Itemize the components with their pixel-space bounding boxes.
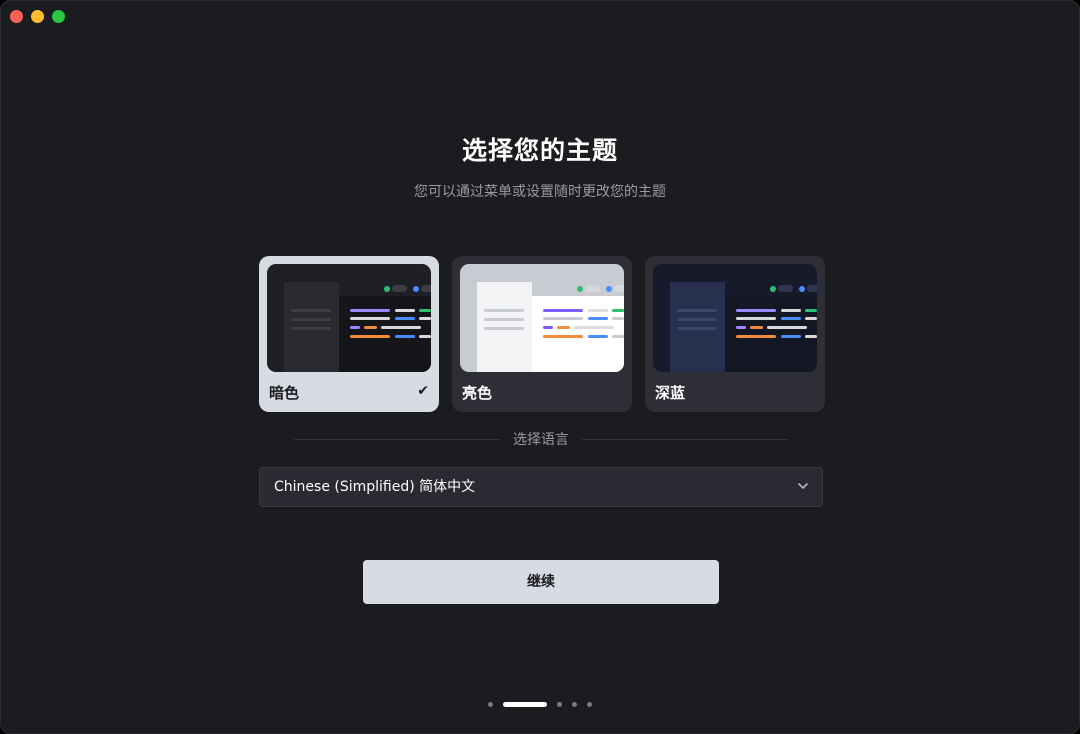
- close-window-button[interactable]: [10, 10, 23, 23]
- step-pager: [1, 702, 1079, 707]
- theme-card-deep-blue[interactable]: 深蓝: [645, 256, 825, 412]
- pager-dot[interactable]: [488, 702, 493, 707]
- pager-dot[interactable]: [557, 702, 562, 707]
- theme-card-light[interactable]: 亮色: [452, 256, 632, 412]
- language-select-value: Chinese (Simplified) 简体中文: [274, 479, 476, 495]
- continue-button[interactable]: 继续: [363, 560, 719, 604]
- maximize-window-button[interactable]: [52, 10, 65, 23]
- theme-label-dark: 暗色: [269, 384, 300, 402]
- minimize-window-button[interactable]: [31, 10, 44, 23]
- page-title: 选择您的主题: [461, 136, 618, 165]
- theme-preview-dark: [267, 264, 431, 372]
- pager-dot[interactable]: [572, 702, 577, 707]
- traffic-lights: [10, 10, 65, 23]
- language-section-label: 选择语言: [513, 432, 569, 448]
- pager-dot-active[interactable]: [503, 702, 547, 707]
- app-window: 选择您的主题 您可以通过菜单或设置随时更改您的主题 暗色 ✔ 亮色 深蓝 选择语…: [0, 0, 1080, 734]
- chevron-down-icon: [798, 483, 808, 489]
- language-select[interactable]: Chinese (Simplified) 简体中文: [259, 467, 823, 507]
- page-subtitle: 您可以通过菜单或设置随时更改您的主题: [414, 184, 666, 200]
- theme-preview-light: [460, 264, 624, 372]
- theme-preview-deep-blue: [653, 264, 817, 372]
- theme-label-deep-blue: 深蓝: [655, 384, 686, 402]
- theme-options: 暗色 ✔ 亮色 深蓝: [259, 256, 825, 412]
- selected-check-icon: ✔: [417, 383, 429, 399]
- theme-card-dark[interactable]: 暗色 ✔: [259, 256, 439, 412]
- theme-label-light: 亮色: [462, 384, 493, 402]
- pager-dot[interactable]: [587, 702, 592, 707]
